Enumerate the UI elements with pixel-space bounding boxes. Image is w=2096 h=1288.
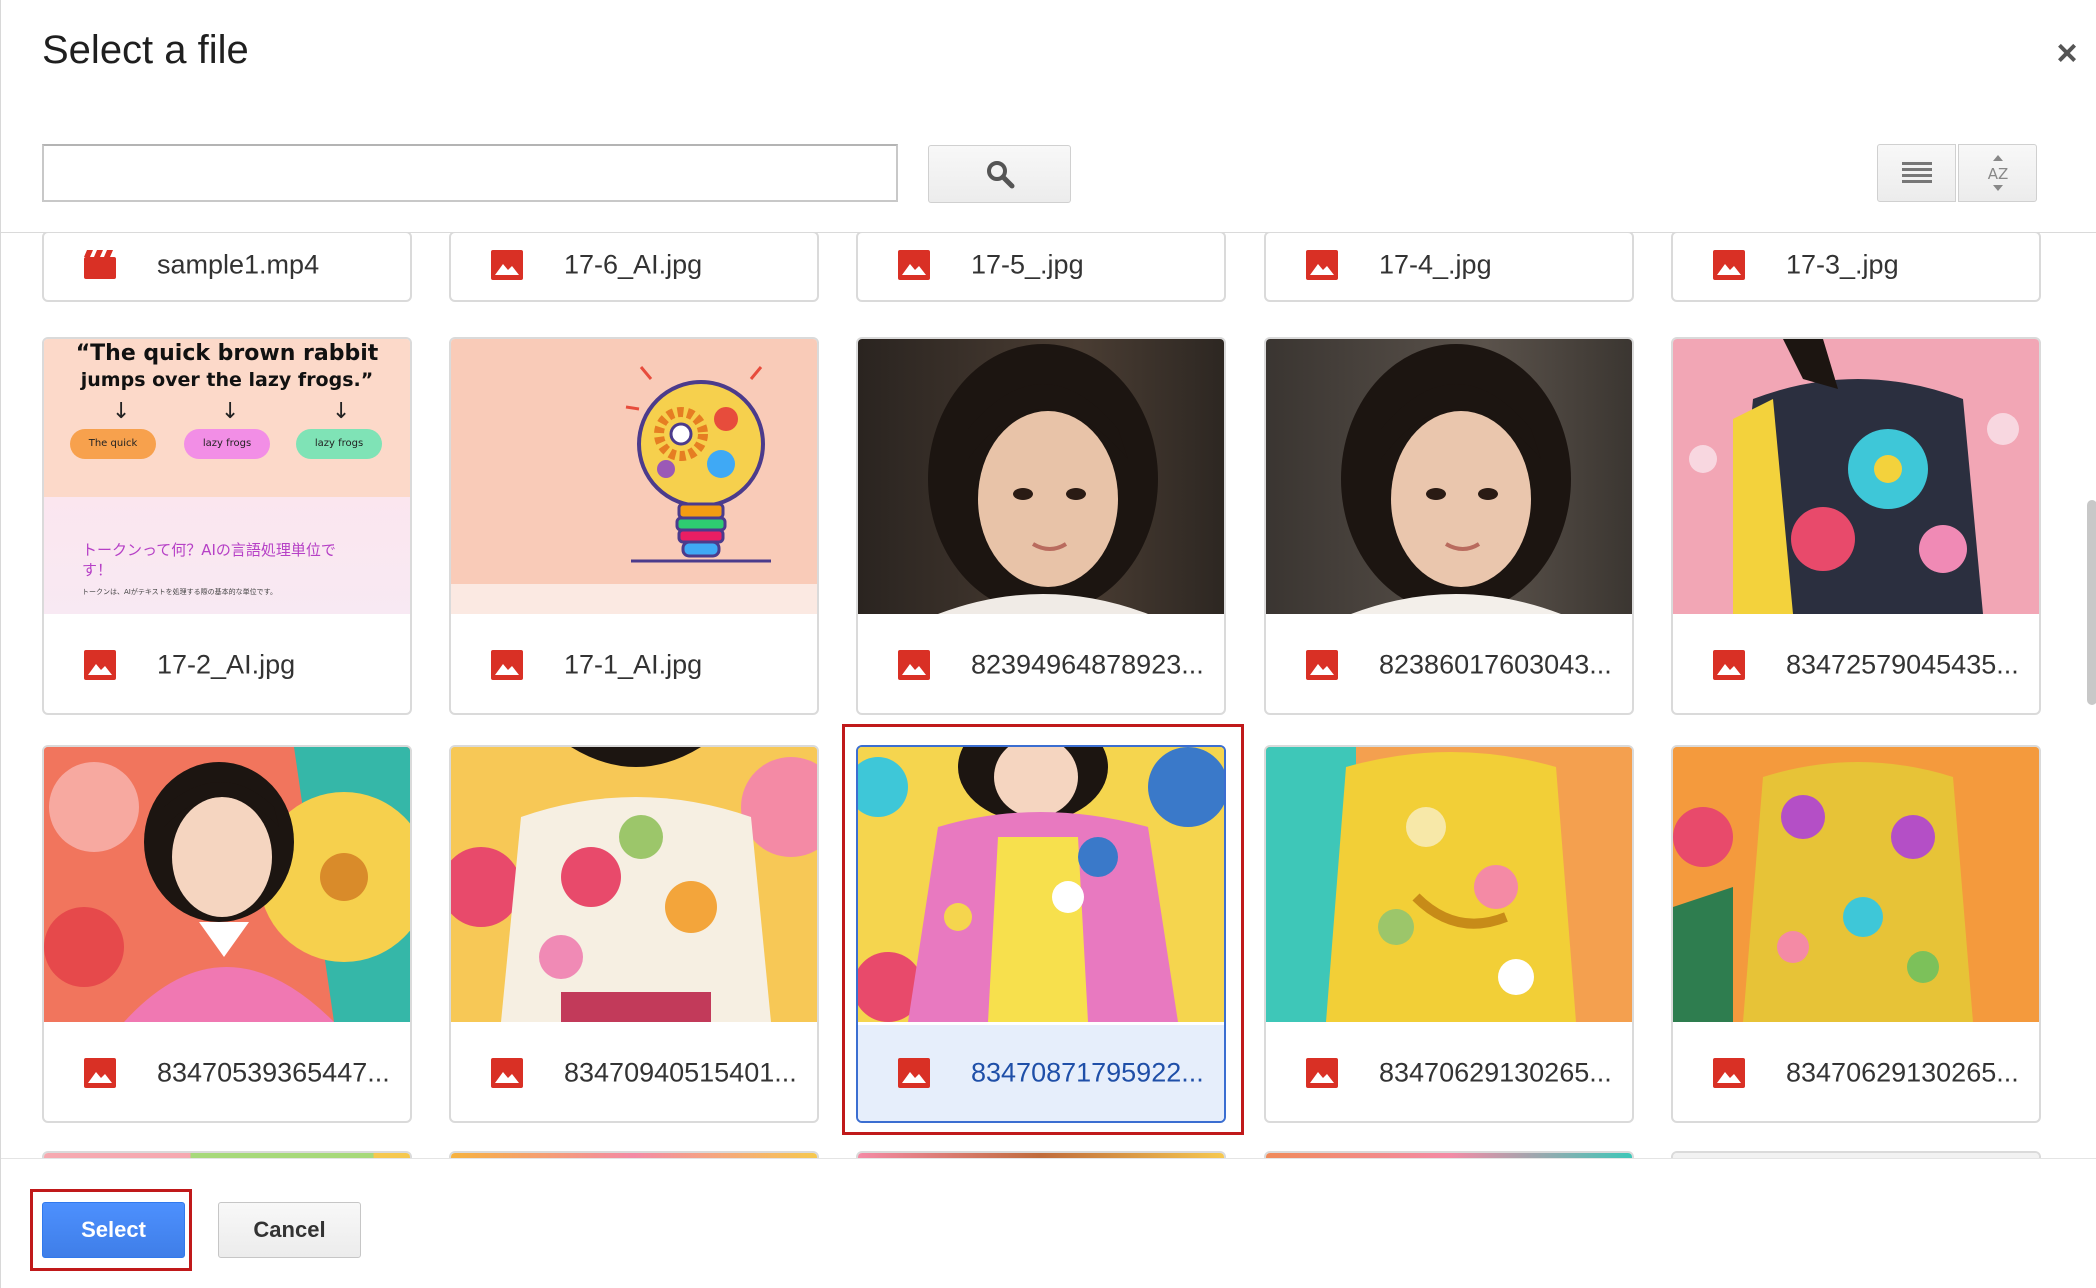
- thumbnail-portrait: [858, 339, 1224, 614]
- image-file-icon: [491, 1058, 523, 1088]
- file-name: sample1.mp4: [157, 249, 320, 279]
- thumb-pill: lazy frogs: [184, 429, 270, 459]
- arrow-icon: ↓: [332, 399, 351, 424]
- file-card[interactable]: 17-4_.jpg: [1264, 233, 1634, 302]
- thumb-pill: The quick: [70, 429, 156, 459]
- file-name: 17-1_AI.jpg: [564, 649, 703, 680]
- file-card[interactable]: 17-3_.jpg: [1671, 233, 2041, 302]
- file-name: 17-6_AI.jpg: [564, 249, 703, 279]
- file-card[interactable]: 82394964878923...: [856, 337, 1226, 715]
- file-card[interactable]: “The quick brown rabbit jumps over the l…: [42, 337, 412, 715]
- floral-illustration: [451, 747, 817, 1022]
- image-file-icon: [1713, 249, 1745, 280]
- video-file-icon: [84, 249, 116, 279]
- thumbnail-floral: [1673, 339, 2039, 614]
- thumbnail-floral: [44, 747, 410, 1022]
- file-name: 83470629130265...: [1379, 1057, 1612, 1088]
- file-name: 83472579045435...: [1786, 649, 2019, 680]
- file-card[interactable]: sample1.mp4: [42, 233, 412, 302]
- portrait-illustration: [1341, 344, 1571, 614]
- list-view-icon: [1901, 162, 1932, 183]
- file-card[interactable]: 83470940515401...: [449, 745, 819, 1123]
- file-picker-dialog: Select a file × AZ sample1.mp4 17-6_AI.j…: [0, 0, 2096, 1288]
- image-file-icon: [1306, 650, 1338, 680]
- file-name: 83470539365447...: [157, 1057, 390, 1088]
- thumbnail-lightbulb: [451, 339, 817, 614]
- file-card[interactable]: 17-1_AI.jpg: [449, 337, 819, 715]
- file-name: 82386017603043...: [1379, 649, 1612, 680]
- file-name: 17-2_AI.jpg: [157, 649, 296, 680]
- cancel-button[interactable]: Cancel: [218, 1202, 361, 1258]
- image-file-icon: [491, 650, 523, 680]
- thumbnail-floral: [1266, 747, 1632, 1022]
- image-file-icon: [1306, 1058, 1338, 1088]
- file-card[interactable]: 17-5_.jpg: [856, 233, 1226, 302]
- file-name: 83470629130265...: [1786, 1057, 2019, 1088]
- image-file-icon: [1713, 650, 1745, 680]
- file-name: 82394964878923...: [971, 649, 1204, 680]
- image-file-icon: [1306, 249, 1338, 280]
- file-card[interactable]: 83470629130265...: [1671, 745, 2041, 1123]
- image-file-icon: [898, 249, 930, 280]
- image-file-icon: [84, 1058, 116, 1088]
- file-card[interactable]: 17-6_AI.jpg: [449, 233, 819, 302]
- file-name: 17-4_.jpg: [1379, 249, 1492, 279]
- portrait-illustration: [928, 344, 1158, 614]
- image-file-icon: [1713, 1058, 1745, 1088]
- floral-illustration: [44, 747, 410, 1022]
- image-file-icon: [491, 249, 523, 280]
- floral-illustration: [1689, 339, 2019, 614]
- file-card[interactable]: 83470629130265...: [1264, 745, 1634, 1123]
- file-name: 83470940515401...: [564, 1057, 797, 1088]
- sort-button[interactable]: AZ: [1958, 144, 2037, 202]
- thumb-quote-line: jumps over the lazy frogs.”: [80, 369, 374, 391]
- scrollbar-thumb[interactable]: [2087, 500, 2096, 705]
- thumbnail-floral: [451, 747, 817, 1022]
- floral-illustration: [1673, 747, 2039, 1022]
- thumbnail-floral: [1673, 747, 2039, 1022]
- thumb-jp-title: す！: [82, 561, 113, 579]
- thumb-pill: lazy frogs: [296, 429, 382, 459]
- arrow-icon: ↓: [112, 399, 131, 424]
- image-file-icon: [84, 650, 116, 680]
- lightbulb-icon: [625, 366, 771, 563]
- image-file-icon: [898, 650, 930, 680]
- arrow-icon: ↓: [221, 399, 240, 424]
- select-button-highlight: [30, 1189, 192, 1271]
- thumb-quote-line: “The quick brown rabbit: [75, 341, 379, 366]
- sort-az-icon: AZ: [1987, 155, 2008, 191]
- svg-text:AZ: AZ: [1987, 165, 2008, 183]
- close-icon[interactable]: ×: [2053, 35, 2081, 71]
- thumb-jp-title: トークンって何？AIの言語処理単位で: [82, 541, 336, 559]
- search-button[interactable]: [928, 145, 1071, 203]
- file-card[interactable]: 83472579045435...: [1671, 337, 2041, 715]
- file-card[interactable]: 83470539365447...: [42, 745, 412, 1123]
- list-view-button[interactable]: [1877, 144, 1956, 202]
- file-name: 17-5_.jpg: [971, 249, 1084, 279]
- thumbnail-slide: “The quick brown rabbit jumps over the l…: [44, 339, 410, 614]
- search-icon: [986, 161, 1014, 189]
- file-card[interactable]: 82386017603043...: [1264, 337, 1634, 715]
- thumbnail-portrait: [1266, 339, 1632, 614]
- floral-illustration: [1266, 747, 1632, 1022]
- selection-highlight: [842, 724, 1244, 1135]
- thumb-jp-caption: トークンは、AIがテキストを処理する際の基本的な単位です。: [82, 588, 277, 596]
- search-input[interactable]: [42, 144, 898, 202]
- footer-divider: [1, 1158, 2096, 1159]
- file-name: 17-3_.jpg: [1786, 249, 1899, 279]
- dialog-title: Select a file: [42, 28, 249, 72]
